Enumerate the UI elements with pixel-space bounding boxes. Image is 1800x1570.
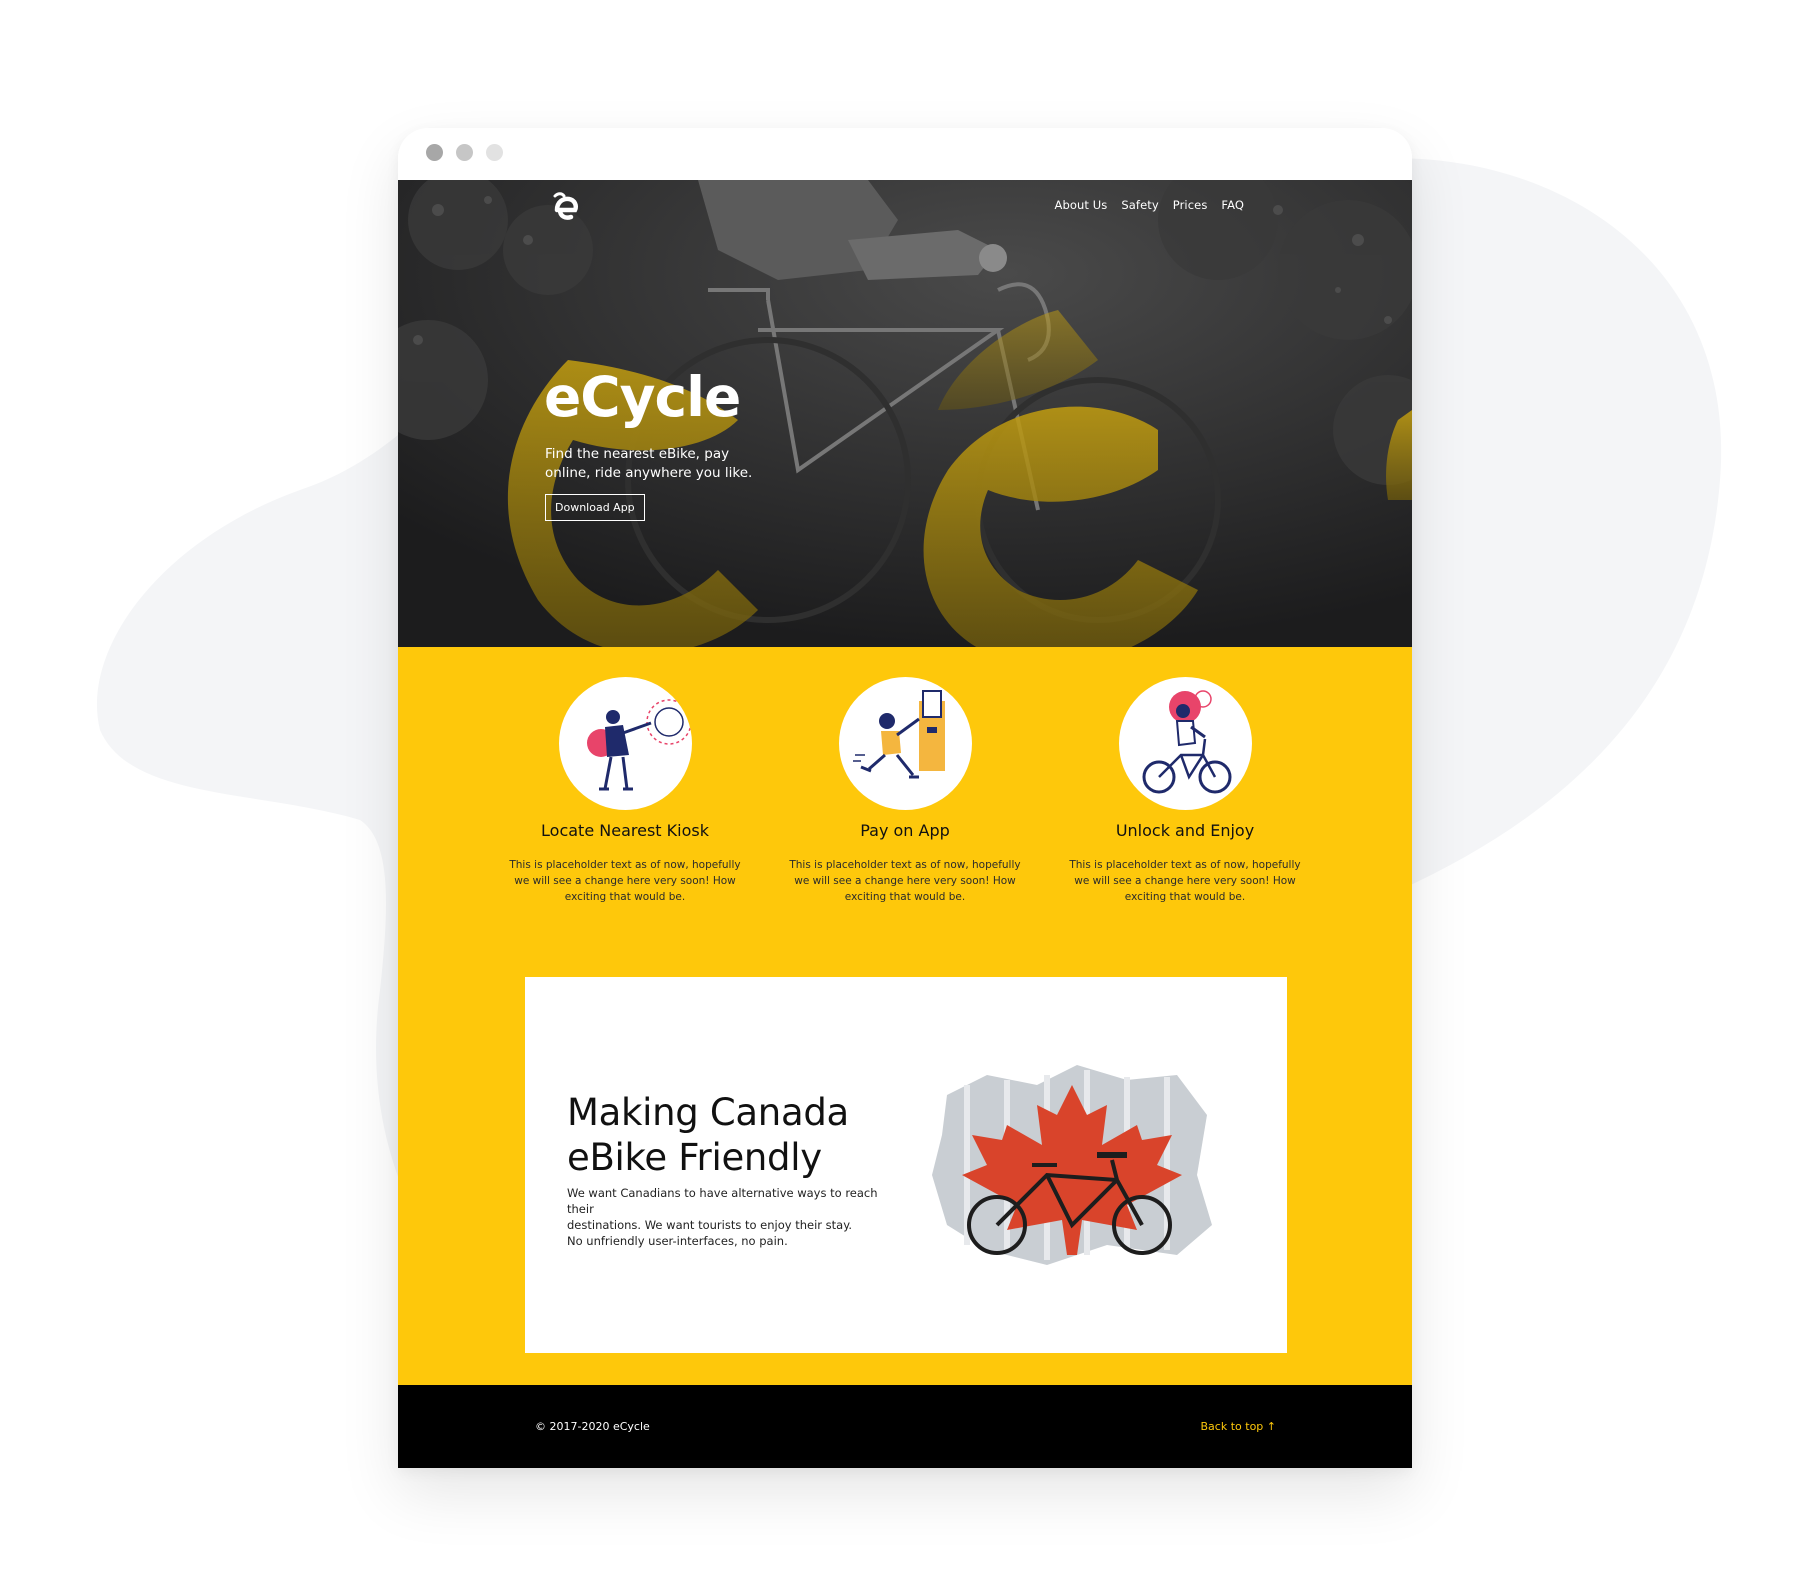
- hero-subtitle: Find the nearest eBike, pay online, ride…: [545, 446, 753, 481]
- about-card: Making Canada eBike Friendly We want Can…: [525, 977, 1287, 1353]
- nav-link-prices[interactable]: Prices: [1173, 198, 1208, 212]
- feature-unlock-enjoy: Unlock and Enjoy This is placeholder tex…: [1065, 677, 1305, 905]
- window-dot-icon: [426, 144, 443, 161]
- about-title-line: Making Canada: [567, 1091, 849, 1134]
- about-title: Making Canada eBike Friendly: [567, 1090, 849, 1180]
- browser-window: About Us Safety Prices FAQ eCycle Find t…: [398, 128, 1412, 1468]
- feature-description: This is placeholder text as of now, hope…: [789, 859, 1021, 903]
- feature-locate-kiosk: Locate Nearest Kiosk This is placeholder…: [505, 677, 745, 905]
- page-footer: © 2017-2020 eCycle Back to top ↑: [398, 1385, 1412, 1468]
- feature-pay-on-app: Pay on App This is placeholder text as o…: [785, 677, 1025, 905]
- ecycle-logo-icon[interactable]: [548, 190, 584, 226]
- nav-link-faq[interactable]: FAQ: [1221, 198, 1244, 212]
- canada-flag-bike-image: [932, 1065, 1212, 1265]
- about-text-line: destinations. We want tourists to enjoy …: [567, 1218, 853, 1232]
- kiosk-illustration-icon: [586, 699, 692, 791]
- browser-chrome: [398, 128, 1412, 180]
- feature-title: Locate Nearest Kiosk: [541, 821, 709, 840]
- about-text-line: No unfriendly user-interfaces, no pain.: [567, 1234, 788, 1248]
- feature-illustration-circle: [558, 677, 692, 810]
- nav-link-safety[interactable]: Safety: [1121, 198, 1158, 212]
- window-dot-icon: [486, 144, 503, 161]
- download-app-button[interactable]: Download App: [545, 494, 645, 521]
- main-nav: About Us Safety Prices FAQ: [1055, 198, 1245, 212]
- feature-illustration-circle: [838, 677, 972, 810]
- feature-description: This is placeholder text as of now, hope…: [509, 859, 741, 903]
- nav-link-about-us[interactable]: About Us: [1055, 198, 1108, 212]
- about-text-line: We want Canadians to have alternative wa…: [567, 1186, 878, 1216]
- feature-title: Pay on App: [860, 821, 950, 840]
- about-title-line: eBike Friendly: [567, 1136, 822, 1179]
- feature-title: Unlock and Enjoy: [1115, 821, 1255, 840]
- copyright-text: © 2017-2020 eCycle: [535, 1420, 650, 1433]
- feature-illustration-circle: [1118, 677, 1252, 810]
- payment-illustration-icon: [852, 690, 945, 779]
- features-section: Locate Nearest Kiosk This is placeholder…: [398, 647, 1412, 1385]
- cyclist-illustration-icon: [1142, 690, 1231, 794]
- feature-description: This is placeholder text as of now, hope…: [1069, 859, 1301, 903]
- hero-title: eCycle: [544, 365, 741, 429]
- hero-section: About Us Safety Prices FAQ eCycle Find t…: [398, 180, 1412, 647]
- window-dot-icon: [456, 144, 473, 161]
- about-text: We want Canadians to have alternative wa…: [567, 1185, 907, 1249]
- back-to-top-link[interactable]: Back to top ↑: [1201, 1420, 1276, 1433]
- web-page: About Us Safety Prices FAQ eCycle Find t…: [398, 180, 1412, 1468]
